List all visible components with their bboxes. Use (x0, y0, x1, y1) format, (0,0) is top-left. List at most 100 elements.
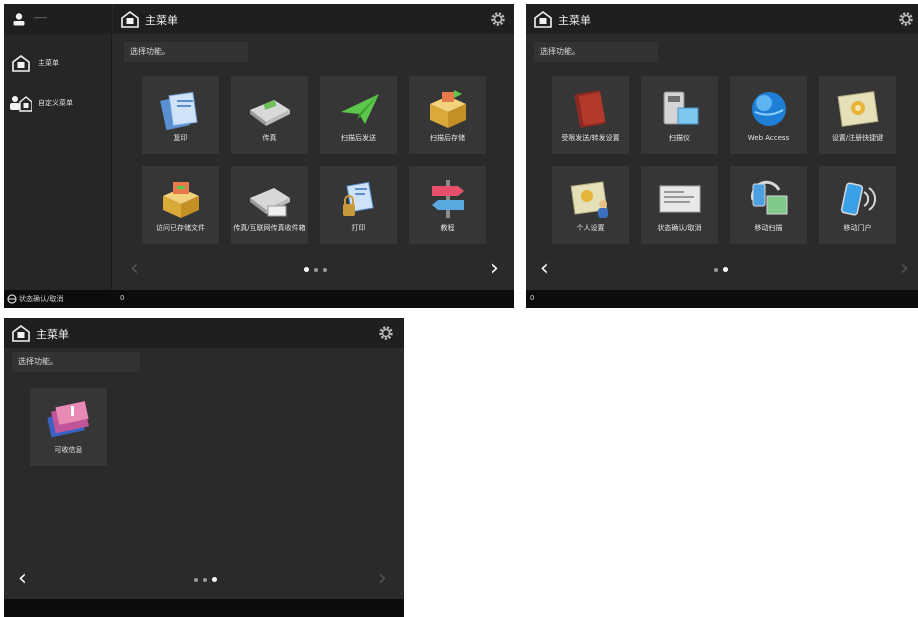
settings-gear-icon[interactable] (488, 9, 508, 29)
home-icon (121, 11, 139, 28)
address-book-icon (574, 90, 605, 128)
sidebar-item-label: 自定义菜单 (38, 99, 73, 107)
tile-mobile-scan[interactable]: 移动扫描 (730, 166, 807, 244)
tile-mobile-portal[interactable]: 移动门户 (819, 166, 896, 244)
tile-access-stored-files[interactable]: 访问已存储文件 (142, 166, 219, 244)
tile-scanner[interactable]: 扫描仪 (641, 76, 718, 154)
status-monitor-icon (7, 294, 17, 304)
job-count: 0 (120, 294, 125, 302)
copy-icon (159, 91, 198, 130)
sidebar-item-main-menu[interactable]: 主菜单 (8, 52, 108, 74)
tile-label: Web Access (747, 134, 790, 142)
settings-gear-icon[interactable] (896, 9, 916, 29)
page-dot (323, 267, 327, 272)
page-indicator (194, 577, 217, 582)
tile-scan-and-send[interactable]: 扫描后发送 (320, 76, 397, 154)
mobile-scan-icon (750, 180, 787, 215)
tile-label: 可收信息 (54, 446, 83, 454)
next-page-button[interactable]: › (490, 258, 499, 280)
info-icon (46, 401, 89, 438)
page-dot-active (723, 267, 728, 272)
status-bar (4, 599, 404, 617)
tile-fax-inbox[interactable]: 传真/互联网传真收件箱 (231, 166, 308, 244)
prompt-bar: 选择功能。 (534, 42, 658, 62)
main-menu-screen-page3: 主菜单 选择功能。 可收信息 ‹ › (4, 318, 404, 617)
prompt-text: 选择功能。 (130, 47, 170, 56)
next-page-button[interactable]: › (378, 568, 387, 590)
user-bar[interactable]: ----- (4, 4, 112, 34)
tile-scan-and-store[interactable]: 扫描后存储 (409, 76, 486, 154)
fax-icon (249, 100, 290, 126)
home-icon (12, 55, 30, 72)
page-indicator (714, 267, 728, 272)
prompt-text: 选择功能。 (540, 47, 580, 56)
status-bar: 0 (526, 290, 918, 308)
fax-inbox-icon (249, 188, 290, 217)
prompt-text: 选择功能。 (18, 357, 58, 366)
tile-label: 设置/注册快捷键 (831, 134, 884, 142)
tile-label: 复印 (173, 134, 188, 142)
user-icon (13, 13, 25, 26)
tile-label: 传真 (262, 134, 277, 142)
page-title: 主菜单 (145, 14, 178, 27)
previous-page-button[interactable]: ‹ (540, 258, 549, 280)
sidebar-item-label: 主菜单 (38, 59, 59, 67)
tile-settings-shortcuts[interactable]: 设置/注册快捷键 (819, 76, 896, 154)
custom-menu-icon (10, 96, 32, 112)
tile-personal-settings[interactable]: 个人设置 (552, 166, 629, 244)
page-dot (714, 267, 718, 272)
tile-label: 打印 (351, 224, 366, 232)
home-icon (534, 11, 552, 28)
tile-label: 访问已存储文件 (156, 224, 205, 232)
scan-store-icon (429, 90, 466, 128)
page-dot (314, 267, 318, 272)
tile-label: 个人设置 (576, 224, 605, 232)
tile-copy[interactable]: 复印 (142, 76, 219, 154)
prompt-bar: 选择功能。 (124, 42, 248, 62)
tile-label: 扫描后发送 (341, 134, 376, 142)
mobile-portal-icon (840, 182, 876, 216)
page-title: 主菜单 (36, 328, 69, 341)
tile-restricted-send-settings[interactable]: 受限发送/转发设置 (552, 76, 629, 154)
tile-status-monitor[interactable]: 状态确认/取消 (641, 166, 718, 244)
tile-label: 移动门户 (843, 224, 872, 232)
previous-page-button[interactable]: ‹ (130, 258, 139, 280)
page-dot (203, 577, 207, 582)
tile-fax[interactable]: 传真 (231, 76, 308, 154)
title-bar: 主菜单 (113, 4, 514, 34)
settings-shortcut-icon (837, 91, 878, 127)
sidebar: ----- 主菜单 自定义菜单 (4, 4, 112, 290)
status-text: 状态确认/取消 (19, 295, 64, 303)
main-menu-screen-page2: 主菜单 选择功能。 受限发送/转发设置 扫描仪 Web Access 设置/注册… (526, 4, 918, 308)
tile-label: 教程 (440, 224, 455, 232)
tile-label: 扫描仪 (669, 134, 690, 142)
user-name: ----- (34, 14, 47, 22)
status-monitor-button[interactable]: 状态确认/取消 (4, 290, 112, 308)
scan-send-icon (340, 94, 379, 124)
tile-web-access[interactable]: Web Access (730, 76, 807, 154)
sidebar-item-custom-menu[interactable]: 自定义菜单 (8, 92, 108, 114)
status-monitor-icon (659, 185, 700, 213)
status-bar: 状态确认/取消 0 (4, 290, 514, 308)
print-icon (342, 181, 374, 216)
tile-print[interactable]: 打印 (320, 166, 397, 244)
tile-label: 受限发送/转发设置 (561, 134, 620, 142)
next-page-button[interactable]: › (900, 258, 909, 280)
tile-tutorial[interactable]: 教程 (409, 166, 486, 244)
scanner-icon (663, 91, 698, 125)
tile-label: 移动扫描 (754, 224, 783, 232)
tile-label: 传真/互联网传真收件箱 (233, 224, 306, 232)
main-menu-screen-page1: ----- 主菜单 自定义菜单 主菜单 选择功能。 复印 传真 扫描后发送 扫描… (4, 4, 514, 308)
previous-page-button[interactable]: ‹ (18, 568, 27, 590)
personal-settings-icon (570, 181, 608, 218)
tile-info[interactable]: 可收信息 (30, 388, 107, 466)
prompt-bar: 选择功能。 (12, 352, 140, 372)
settings-gear-icon[interactable] (376, 323, 396, 343)
job-count: 0 (530, 294, 535, 302)
tile-label: 状态确认/取消 (657, 224, 702, 232)
page-dot (194, 577, 198, 582)
page-indicator (304, 267, 327, 272)
web-access-icon (751, 92, 786, 126)
tile-label: 扫描后存储 (430, 134, 465, 142)
page-title: 主菜单 (558, 14, 591, 27)
